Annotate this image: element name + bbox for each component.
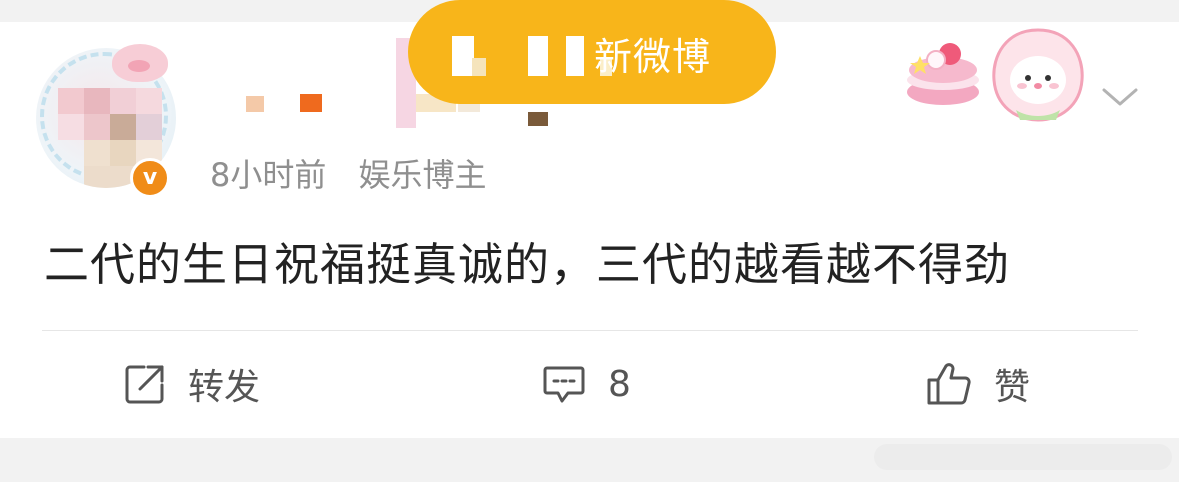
comment-button[interactable]: 8 [542, 358, 631, 410]
watermark-text: 新微博 [594, 35, 712, 79]
macaron-sticker-icon [907, 43, 979, 105]
like-button[interactable]: 赞 [926, 358, 1030, 410]
username-mosaic [246, 96, 264, 112]
post-meta: 8小时前 娱乐博主 [210, 150, 509, 196]
chevron-down-icon[interactable] [1098, 82, 1142, 112]
repost-button[interactable]: 转发 [124, 358, 260, 410]
pig-sticker-icon [112, 44, 168, 82]
like-label: 赞 [994, 367, 1031, 408]
author-type: 娱乐博主 [358, 156, 487, 194]
verified-badge-icon: v [130, 158, 170, 198]
post-time: 8小时前 [210, 156, 327, 194]
comment-icon [543, 366, 585, 403]
scroll-indicator [874, 444, 1172, 470]
comment-count: 8 [608, 363, 631, 405]
peach-sticker-icon [992, 28, 1084, 122]
share-icon [125, 365, 164, 404]
divider [42, 330, 1138, 331]
post-text: 二代的生日祝福挺真诚的，三代的越看越不得劲 [44, 238, 1011, 291]
repost-label: 转发 [188, 367, 261, 408]
thumbs-up-icon [927, 363, 971, 405]
